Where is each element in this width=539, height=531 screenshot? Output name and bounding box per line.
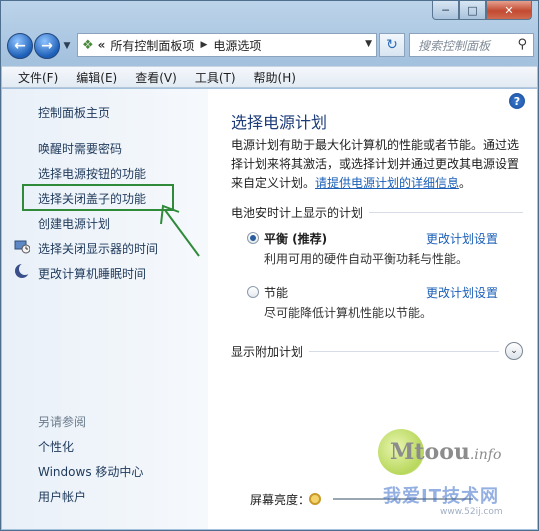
task-pane: 控制面板主页 唤醒时需要密码 选择电源按钮的功能 选择关闭盖子的功能 创建电源计…	[2, 89, 208, 529]
menu-view[interactable]: 查看(V)	[135, 69, 177, 86]
balanced-plan-name[interactable]: 平衡 (推荐)	[264, 230, 327, 247]
require-password-link[interactable]: 唤醒时需要密码	[38, 140, 122, 157]
control-panel-home-link[interactable]: 控制面板主页	[38, 104, 110, 121]
watermark-brand: Mtoou.info	[390, 439, 502, 465]
power-saver-plan-desc: 尽可能降低计算机性能以节能。	[264, 306, 433, 320]
power-button-action-link[interactable]: 选择电源按钮的功能	[38, 165, 146, 182]
recent-pages-dropdown-icon[interactable]: ▼	[61, 41, 73, 51]
see-also-heading: 另请参阅	[38, 415, 87, 429]
search-input[interactable]: 搜索控制面板 ⚲	[409, 33, 534, 57]
sleep-moon-icon	[15, 263, 30, 278]
display-off-time-link[interactable]: 选择关闭显示器的时间	[38, 240, 158, 257]
user-accounts-link[interactable]: 用户帐户	[38, 488, 86, 505]
control-panel-icon: ❖	[82, 37, 94, 53]
power-saver-change-settings-link[interactable]: 更改计划设置	[426, 284, 498, 301]
refresh-button[interactable]: ↻	[379, 33, 405, 57]
brightness-label: 屏幕亮度：	[250, 493, 311, 507]
balanced-radio[interactable]	[247, 232, 259, 244]
page-title: 选择电源计划	[231, 113, 328, 132]
personalization-link[interactable]: 个性化	[38, 438, 74, 455]
plan-details-link[interactable]: 请提供电源计划的详细信息	[315, 176, 459, 190]
description-end: 。	[459, 176, 472, 190]
overflow-chevron-icon[interactable]: «	[98, 38, 106, 52]
annotation-arrow-icon	[160, 204, 200, 257]
power-saver-plan-name[interactable]: 节能	[264, 284, 288, 301]
minimize-button[interactable]: ─	[432, 1, 459, 20]
menu-edit[interactable]: 编辑(E)	[76, 69, 117, 86]
display-timer-icon	[14, 240, 30, 254]
plans-group-label: 电池安时计上显示的计划	[231, 206, 364, 220]
search-icon[interactable]: ⚲	[517, 37, 527, 52]
content-pane: ? 选择电源计划 电源计划有助于最大化计算机的性能或者节能。通过选择计划来将其激…	[208, 89, 537, 529]
help-icon[interactable]: ?	[509, 93, 525, 109]
breadcrumb-power-options[interactable]: 电源选项	[213, 37, 261, 54]
page-description: 电源计划有助于最大化计算机的性能或者节能。通过选择计划来将其激活，或选择计划并通…	[231, 136, 526, 193]
brightness-sun-icon	[309, 493, 321, 505]
power-saver-radio[interactable]	[247, 286, 259, 298]
address-bar[interactable]: ❖ « 所有控制面板项 ▶ 电源选项 ▼	[77, 33, 377, 57]
back-button[interactable]: ←	[7, 33, 33, 59]
watermark-url: www.52ij.com	[440, 507, 503, 517]
menu-help[interactable]: 帮助(H)	[254, 69, 296, 86]
balanced-change-settings-link[interactable]: 更改计划设置	[426, 230, 498, 247]
show-more-divider	[309, 350, 499, 352]
breadcrumb-all-items[interactable]: 所有控制面板项	[110, 37, 194, 54]
forward-button[interactable]: →	[34, 33, 60, 59]
control-panel-window: ─ □ ✕ ← → ▼ ❖ « 所有控制面板项 ▶ 电源选项 ▼ ↻ 搜索控制面…	[0, 0, 539, 531]
breadcrumb-separator-icon[interactable]: ▶	[200, 40, 207, 50]
create-power-plan-link[interactable]: 创建电源计划	[38, 215, 110, 232]
mobility-center-link[interactable]: Windows 移动中心	[38, 463, 143, 480]
address-dropdown-icon[interactable]: ▼	[365, 39, 372, 49]
caption-buttons: ─ □ ✕	[432, 1, 532, 20]
show-additional-plans-label[interactable]: 显示附加计划	[231, 343, 303, 360]
menu-file[interactable]: 文件(F)	[18, 69, 58, 86]
show-additional-plans[interactable]: 显示附加计划 ⌄	[231, 342, 523, 360]
expand-chevron-icon[interactable]: ⌄	[505, 342, 523, 360]
plans-group-header: 电池安时计上显示的计划	[231, 204, 523, 221]
maximize-button[interactable]: □	[459, 1, 486, 20]
search-placeholder: 搜索控制面板	[418, 38, 491, 53]
menu-bar: 文件(F) 编辑(E) 查看(V) 工具(T) 帮助(H)	[2, 66, 537, 88]
group-divider	[369, 212, 523, 213]
balanced-plan-desc: 利用可用的硬件自动平衡功耗与性能。	[264, 252, 469, 266]
watermark-cn-text: 我爱IT技术网	[383, 486, 499, 507]
menu-tools[interactable]: 工具(T)	[195, 69, 236, 86]
navigation-bar: ← → ▼ ❖ « 所有控制面板项 ▶ 电源选项 ▼ ↻ 搜索控制面板 ⚲	[7, 31, 534, 61]
sleep-time-link[interactable]: 更改计算机睡眠时间	[38, 265, 146, 282]
close-button[interactable]: ✕	[486, 1, 532, 20]
